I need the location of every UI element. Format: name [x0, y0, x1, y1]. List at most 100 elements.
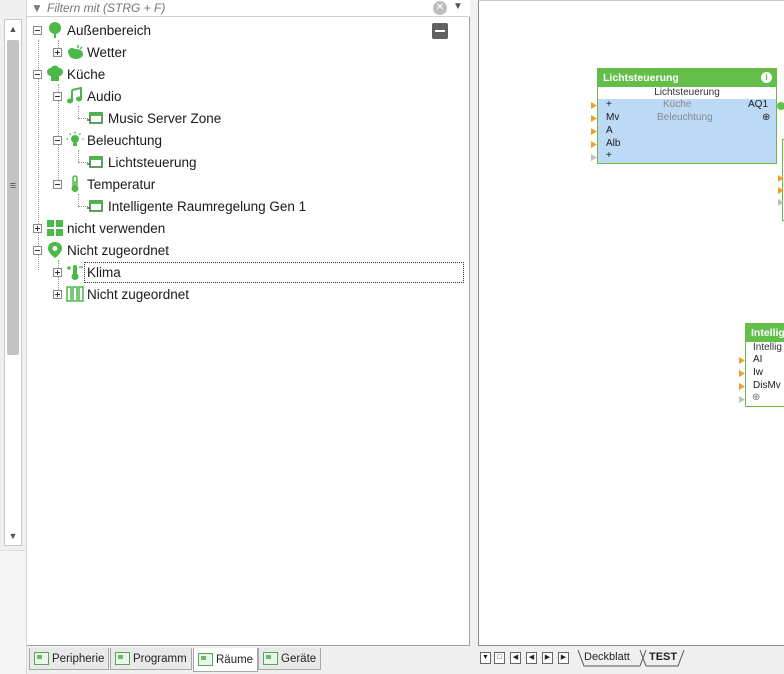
block-subtitle: Lichtsteuerung: [598, 87, 776, 99]
tree-item-nicht-zugeordnet[interactable]: Nicht zugeordnet: [33, 239, 169, 261]
chef-hat-icon: [46, 65, 64, 83]
tab-programm[interactable]: Programm: [110, 648, 192, 670]
block-input[interactable]: A: [606, 125, 613, 136]
location-pin-icon: [46, 241, 64, 259]
tree-line: [78, 106, 79, 118]
tree-item-label: Music Server Zone: [108, 110, 222, 126]
block-input[interactable]: +: [606, 99, 612, 110]
tree-item-label: Beleuchtung: [87, 132, 163, 148]
tab-geraete[interactable]: Geräte: [258, 648, 322, 670]
tree-item-kueche[interactable]: Küche: [33, 63, 105, 85]
collapse-toggle[interactable]: [53, 91, 62, 101]
tab-icon: [115, 652, 130, 665]
tree-item-label: Audio: [87, 88, 122, 104]
prev-sheet-icon[interactable]: ◀: [526, 652, 537, 664]
expand-toggle[interactable]: [33, 223, 42, 233]
tree-item-label: Lichtsteuerung: [108, 154, 197, 170]
collapse-toggle[interactable]: [33, 245, 42, 255]
tab-raeume[interactable]: Räume: [193, 648, 259, 672]
output-pin[interactable]: [777, 102, 784, 110]
sheet-tab-outline: [577, 649, 685, 667]
info-icon[interactable]: i: [761, 72, 772, 83]
tree-item-label: Nicht zugeordnet: [67, 242, 170, 258]
expand-toggle[interactable]: [53, 289, 62, 299]
tree-item-wetter[interactable]: Wetter: [53, 41, 127, 63]
first-sheet-icon[interactable]: ◀: [510, 652, 521, 664]
panel-tab-bar: Peripherie Programm Räume Geräte: [27, 645, 470, 674]
collapse-toggle[interactable]: [53, 135, 62, 145]
tree-item-raumregelung[interactable]: Intelligente Raumregelung Gen 1: [87, 195, 306, 217]
filter-bar: ▼ ✕ ▼: [27, 0, 470, 17]
columns-icon: [66, 285, 84, 303]
tree-item-label: Außenbereich: [67, 22, 152, 38]
last-sheet-icon[interactable]: ▶: [558, 652, 569, 664]
block-icon: [87, 109, 105, 127]
tab-label: Geräte: [281, 652, 317, 665]
panel-splitter[interactable]: [470, 0, 478, 674]
tree-scrollbar[interactable]: ▲ ≡ ▼: [4, 19, 22, 546]
block-subtitle: Intellig: [746, 342, 784, 354]
program-canvas[interactable]: Lichtsteuerung i Lichtsteuerung + Mv A A…: [478, 0, 784, 645]
tree-item-music-server-zone[interactable]: Music Server Zone: [87, 107, 221, 129]
tree-item-aussenbereich[interactable]: Außenbereich: [33, 19, 151, 41]
collapse-toggle[interactable]: [53, 179, 62, 189]
block-title: Intellig: [751, 327, 784, 339]
grip-icon: ≡: [9, 180, 17, 192]
collapse-toggle[interactable]: [33, 25, 42, 35]
block-input[interactable]: +: [606, 150, 612, 161]
block-input[interactable]: DisMv: [753, 380, 781, 391]
block-title-bar[interactable]: Lichtsteuerung i: [598, 69, 776, 87]
tab-icon: [198, 653, 213, 666]
block-input[interactable]: AI: [753, 354, 762, 365]
app-window: ▲ ≡ ▼ ▼ ✕ ▼ Außen: [0, 0, 784, 674]
expand-toggle[interactable]: [53, 47, 62, 57]
sheet-add-icon[interactable]: □: [494, 652, 505, 664]
tree-item-nicht-zugeordnet-child[interactable]: Nicht zugeordnet: [53, 283, 189, 305]
expand-toggle[interactable]: [53, 267, 62, 277]
collapse-toggle[interactable]: [33, 69, 42, 79]
tab-icon: [34, 652, 49, 665]
clear-filter-icon[interactable]: ✕: [433, 1, 447, 15]
tab-icon: [263, 652, 278, 665]
tree-item-temperatur[interactable]: Temperatur: [53, 173, 155, 195]
block-title: Lichtsteuerung: [603, 72, 679, 84]
rooms-tree-panel: ▼ ✕ ▼ Außenbereich: [26, 0, 470, 674]
tree-item-klima[interactable]: Klima: [53, 261, 464, 283]
tree-item-beleuchtung[interactable]: Beleuchtung: [53, 129, 162, 151]
add-output-icon[interactable]: ⊕: [762, 112, 770, 123]
tab-peripherie[interactable]: Peripherie: [29, 648, 110, 670]
scroll-down-icon[interactable]: ▼: [5, 527, 21, 545]
gutter-footer: [0, 550, 26, 674]
filter-funnel-icon[interactable]: ▼: [31, 1, 43, 15]
block-output[interactable]: AQ1: [748, 99, 768, 110]
tree-item-lichtsteuerung[interactable]: Lichtsteuerung: [87, 151, 197, 173]
music-note-icon: [66, 87, 84, 105]
tree-item-label: Nicht zugeordnet: [87, 286, 190, 302]
block-input[interactable]: Mv: [606, 112, 619, 123]
tree-item-nicht-verwenden[interactable]: nicht verwenden: [33, 217, 165, 239]
next-sheet-icon[interactable]: ▶: [542, 652, 553, 664]
scroll-thumb[interactable]: [7, 40, 19, 355]
function-block-raumregelung[interactable]: Intellig Intellig AI Iw DisMv ⊕: [745, 323, 784, 407]
tree-item-label: Wetter: [87, 44, 127, 60]
scroll-up-icon[interactable]: ▲: [5, 20, 21, 38]
tree-item-label: nicht verwenden: [67, 220, 166, 236]
block-icon: [87, 153, 105, 171]
thermometer-icon: [66, 175, 84, 193]
block-input[interactable]: Iw: [753, 367, 763, 378]
collapse-all-button[interactable]: [432, 23, 448, 39]
function-block-lichtsteuerung[interactable]: Lichtsteuerung i Lichtsteuerung + Mv A A…: [597, 68, 777, 164]
block-input[interactable]: Alb: [606, 138, 620, 149]
add-input-icon[interactable]: ⊕: [752, 392, 760, 403]
filter-input[interactable]: [47, 0, 427, 16]
block-icon: [87, 197, 105, 215]
sheet-tab-bar: ▼ □ ◀ ◀ ▶ ▶ Deckblatt TEST: [478, 645, 784, 674]
block-title-bar[interactable]: Intellig: [746, 324, 784, 342]
tree-item-audio[interactable]: Audio: [53, 85, 122, 107]
tab-label: Programm: [133, 652, 187, 665]
tree-item-label: Intelligente Raumregelung Gen 1: [108, 198, 307, 214]
block-body: + Mv A Alb + Küche Beleuchtung AQ1 ⊕: [598, 99, 776, 163]
filter-dropdown-icon[interactable]: ▼: [453, 1, 463, 12]
tree-item-label: Klima: [84, 261, 464, 283]
sheet-menu-icon[interactable]: ▼: [480, 652, 491, 664]
